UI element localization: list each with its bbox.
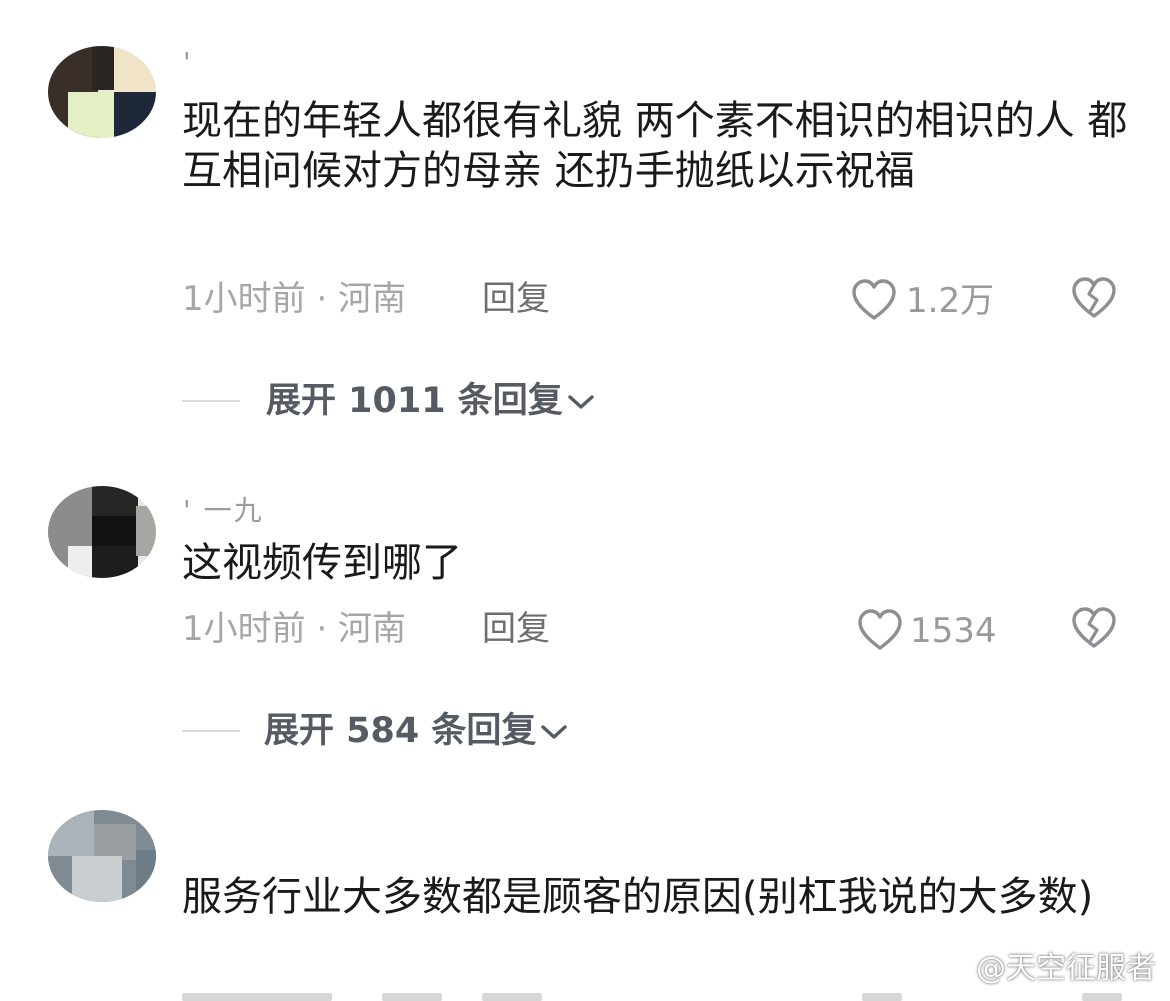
reply-button[interactable]: 回复: [482, 606, 550, 652]
expand-replies-button[interactable]: 展开 584 条回复: [264, 708, 568, 754]
weibo-logo-icon: [933, 955, 970, 985]
username[interactable]: ': [183, 48, 193, 78]
divider: [182, 730, 240, 732]
time-location: 1小时前 · 河南: [182, 279, 407, 319]
comment-text: 现在的年轻人都很有礼貌 两个素不相识的相识的人 都互相问候对方的母亲 还扔手抛纸…: [182, 98, 1128, 194]
like-count: 1.2万: [906, 281, 995, 321]
reply-button[interactable]: 回复: [482, 276, 550, 322]
expand-replies-label: 展开 584 条回复: [264, 711, 537, 751]
broken-heart-icon[interactable]: [1070, 606, 1118, 650]
divider: [182, 400, 240, 402]
broken-heart-icon[interactable]: [1070, 276, 1118, 320]
comment-text: 服务行业大多数都是顾客的原因(别杠我说的大多数): [182, 874, 1094, 920]
heart-outline-icon: [852, 279, 896, 320]
time-location: 1小时前 · 河南: [182, 609, 407, 649]
comment-text: 这视频传到哪了: [182, 540, 462, 586]
avatar[interactable]: [48, 486, 156, 578]
expand-replies-label: 展开 1011 条回复: [266, 381, 563, 421]
expand-replies-button[interactable]: 展开 1011 条回复: [266, 378, 595, 424]
avatar[interactable]: [48, 46, 156, 138]
avatar[interactable]: [48, 810, 156, 902]
like-button[interactable]: 1534: [850, 608, 1000, 654]
expand-replies-row: 展开 1011 条回复: [0, 378, 1170, 424]
username[interactable]: ' 一九: [183, 496, 264, 526]
comment-meta: 1小时前 · 河南 回复 1534: [182, 606, 1132, 652]
watermark: @天空征服者: [932, 949, 1156, 989]
expand-replies-row: 展开 584 条回复: [0, 708, 1170, 754]
chevron-down-icon: [541, 725, 568, 739]
comment-meta: 1小时前 · 河南 回复 1.2万: [182, 276, 1132, 322]
clipped-meta-row: [182, 991, 1132, 1001]
like-count: 1534: [910, 611, 997, 651]
chevron-down-icon: [568, 395, 594, 409]
watermark-text: @天空征服者: [976, 951, 1156, 986]
heart-outline-icon: [858, 609, 902, 650]
like-button[interactable]: 1.2万: [850, 278, 1000, 324]
